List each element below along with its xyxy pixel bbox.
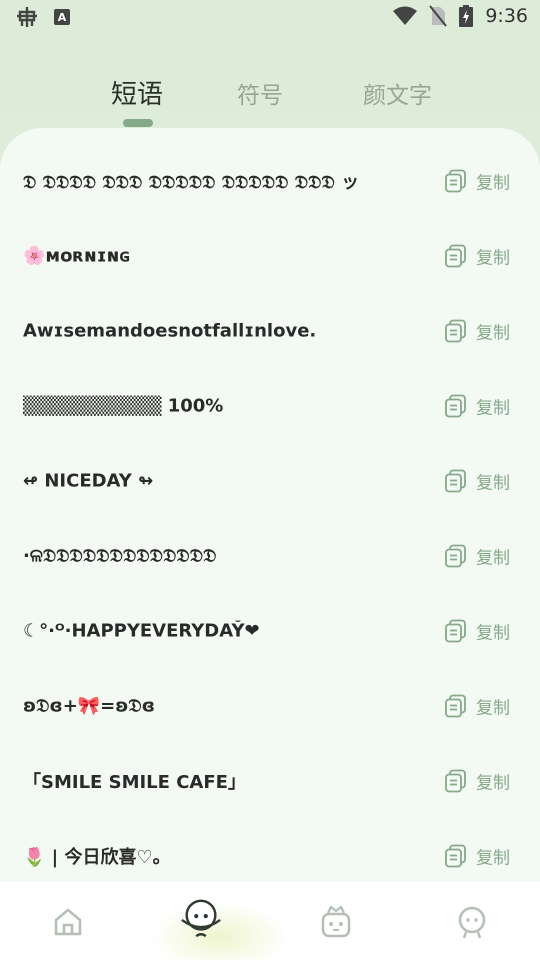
phrase-text: ☾°·ᴼ·HAPPYEVERYDAY̆❤ [23, 620, 260, 641]
copy-icon [445, 319, 466, 343]
copy-label: 复制 [476, 623, 510, 643]
copy-button[interactable]: 复制 [444, 768, 510, 793]
tab-kaomoji[interactable]: 颜文字 [363, 76, 432, 110]
copy-icon [445, 619, 466, 643]
copy-icon [445, 694, 466, 718]
battery-charging-icon [459, 5, 474, 27]
copy-icon [445, 169, 466, 193]
phrase-text: 🌷 | 今日欣喜♡。 [23, 846, 171, 868]
copy-icon [445, 769, 466, 793]
copy-button[interactable]: 复制 [444, 318, 510, 343]
phrase-text: Aᴡɪsemandoesnotfallɪnlove. [23, 320, 317, 341]
copy-button[interactable]: 复制 [444, 618, 510, 643]
list-item[interactable]: 🌸ᴍᴏʀɴɪɴɢ 复制 [0, 218, 540, 293]
phrase-text: 🌸ᴍᴏʀɴɪɴɢ [23, 245, 131, 266]
list-item[interactable]: 「SMILE SMILE CAFE」 复制 [0, 743, 540, 818]
copy-button[interactable]: 复制 [444, 393, 510, 418]
status-bar: A 9:36 [0, 0, 540, 36]
list-item[interactable]: ▒▒▒▒▒▒▒▒▒▒ 100% 复制 [0, 368, 540, 443]
a-keyboard-icon: A [54, 9, 70, 25]
copy-label: 复制 [476, 323, 510, 343]
copy-button[interactable]: 复制 [444, 543, 510, 568]
list-item[interactable]: 𝔇 𝔇𝔇𝔇𝔇 𝔇𝔇𝔇 𝔇𝔇𝔇𝔇𝔇 𝔇𝔇𝔇𝔇𝔇 𝔇𝔇𝔇 ッ 复制 [0, 143, 540, 218]
copy-label: 复制 [476, 248, 510, 268]
tab-phrases[interactable]: 短语 [111, 74, 163, 111]
copy-icon [445, 544, 466, 568]
home-icon [54, 908, 82, 936]
person-face-icon [458, 906, 486, 939]
planet-face-icon [181, 899, 221, 938]
copy-button[interactable]: 复制 [444, 168, 510, 193]
tab-indicator [123, 119, 153, 127]
wifi-icon [393, 6, 418, 25]
nav-robot[interactable] [314, 900, 358, 944]
phrase-text: ʚ𝔇ɞ+🎀=ʚ𝔇ɞ [23, 695, 155, 716]
list-item[interactable]: ʚ𝔇ɞ+🎀=ʚ𝔇ɞ 复制 [0, 668, 540, 743]
list-item[interactable]: Aᴡɪsemandoesnotfallɪnlove. 复制 [0, 293, 540, 368]
copy-label: 复制 [476, 548, 510, 568]
phrase-text: ▒▒▒▒▒▒▒▒▒▒ 100% [23, 395, 224, 416]
phrase-text: 「SMILE SMILE CAFE」 [23, 771, 246, 793]
copy-label: 复制 [476, 173, 510, 193]
phrase-text: ·ଳ𝔇𝔇𝔇𝔇𝔇𝔇𝔇𝔇𝔇𝔇𝔇𝔇𝔇 [23, 545, 217, 566]
bottom-nav [0, 882, 540, 960]
phrase-text: ↫ NICEDAY ↬ [23, 470, 154, 491]
list-item[interactable]: 🌷 | 今日欣喜♡。 复制 [0, 818, 540, 888]
nav-home[interactable] [46, 900, 90, 944]
phrase-list: 𝔇 𝔇𝔇𝔇𝔇 𝔇𝔇𝔇 𝔇𝔇𝔇𝔇𝔇 𝔇𝔇𝔇𝔇𝔇 𝔇𝔇𝔇 ッ 复制 🌸ᴍᴏʀɴɪɴɢ… [0, 128, 540, 888]
tab-symbols[interactable]: 符号 [237, 76, 283, 110]
category-tabs: 短语 符号 颜文字 [0, 70, 540, 130]
nav-phrases[interactable] [179, 896, 223, 940]
copy-label: 复制 [476, 473, 510, 493]
clock: 9:36 [485, 5, 528, 27]
copy-button[interactable]: 复制 [444, 693, 510, 718]
bug-icon [17, 7, 37, 27]
copy-button[interactable]: 复制 [444, 468, 510, 493]
copy-button[interactable]: 复制 [444, 243, 510, 268]
list-item[interactable]: ·ଳ𝔇𝔇𝔇𝔇𝔇𝔇𝔇𝔇𝔇𝔇𝔇𝔇𝔇 复制 [0, 518, 540, 593]
phrase-text: 𝔇 𝔇𝔇𝔇𝔇 𝔇𝔇𝔇 𝔇𝔇𝔇𝔇𝔇 𝔇𝔇𝔇𝔇𝔇 𝔇𝔇𝔇 ッ [23, 171, 360, 193]
copy-icon [445, 394, 466, 418]
no-sim-icon [429, 5, 448, 27]
list-item[interactable]: ↫ NICEDAY ↬ 复制 [0, 443, 540, 518]
robot-crown-icon [321, 905, 351, 938]
list-item[interactable]: ☾°·ᴼ·HAPPYEVERYDAY̆❤ 复制 [0, 593, 540, 668]
copy-label: 复制 [476, 698, 510, 718]
copy-label: 复制 [476, 773, 510, 793]
copy-label: 复制 [476, 398, 510, 418]
copy-icon [445, 244, 466, 268]
copy-icon [445, 844, 466, 868]
copy-button[interactable]: 复制 [444, 843, 510, 868]
nav-profile[interactable] [450, 900, 494, 944]
copy-label: 复制 [476, 848, 510, 868]
copy-icon [445, 469, 466, 493]
